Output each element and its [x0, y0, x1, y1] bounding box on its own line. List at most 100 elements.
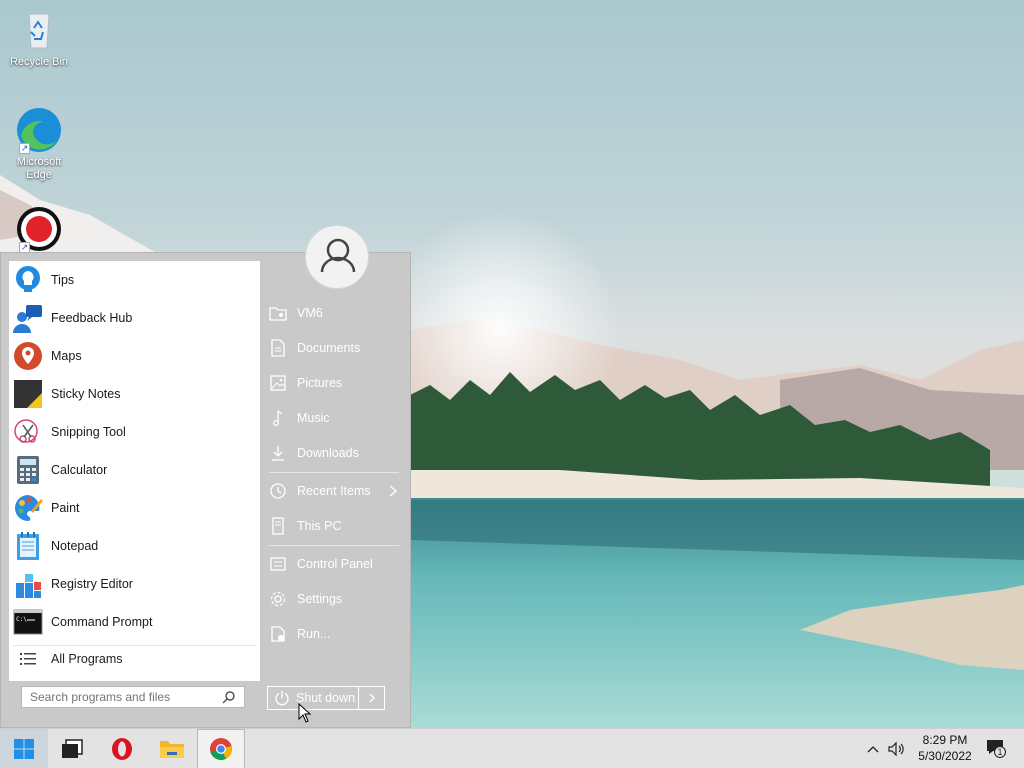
- download-icon: [272, 446, 284, 461]
- right-item-label: Documents: [297, 341, 361, 355]
- calculator-icon: [13, 455, 43, 485]
- feedback-hub-icon: [13, 303, 43, 333]
- search-input[interactable]: [30, 690, 222, 704]
- svg-text:C:\: C:\: [16, 616, 27, 623]
- program-maps[interactable]: Maps: [13, 337, 256, 375]
- right-item-music[interactable]: Music: [269, 404, 399, 432]
- user-avatar[interactable]: [305, 225, 369, 289]
- program-label: Tips: [51, 273, 75, 287]
- program-label: Registry Editor: [51, 577, 133, 591]
- notepad-icon: [13, 531, 43, 561]
- desktop-icon-recorder[interactable]: ↗: [3, 205, 75, 255]
- chevron-right-icon: [389, 485, 398, 497]
- program-label: Snipping Tool: [51, 425, 126, 439]
- all-programs-label: All Programs: [51, 651, 123, 666]
- chrome-button[interactable]: [197, 729, 245, 768]
- clock[interactable]: 8:29 PM 5/30/2022: [912, 732, 978, 764]
- notifications-button[interactable]: 1: [986, 729, 1006, 768]
- notification-icon: 1: [986, 739, 1006, 759]
- right-item-documents[interactable]: Documents: [269, 334, 399, 362]
- clock-time: 8:29 PM: [922, 733, 968, 747]
- edge-icon: ↗: [15, 106, 63, 154]
- sticky-notes-icon: [13, 379, 43, 409]
- record-icon: ↗: [15, 205, 63, 253]
- user-folder-icon: [269, 307, 287, 321]
- opera-icon: [112, 738, 132, 760]
- program-snipping-tool[interactable]: Snipping Tool: [13, 413, 256, 451]
- list-icon: [13, 649, 43, 669]
- program-tips[interactable]: Tips: [13, 261, 256, 299]
- right-item-label: Downloads: [297, 446, 359, 460]
- mouse-cursor-icon: [298, 703, 312, 723]
- desktop-icon-recycle-bin[interactable]: Recycle Bin: [3, 6, 75, 69]
- program-paint[interactable]: Paint: [13, 489, 256, 527]
- show-hidden-icons-icon[interactable]: [866, 742, 880, 756]
- search-icon[interactable]: [222, 690, 236, 704]
- right-item-label: Pictures: [297, 376, 343, 390]
- right-item-vm6[interactable]: VM6: [269, 299, 399, 327]
- program-label: Feedback Hub: [51, 311, 133, 325]
- recycle-bin-icon: [15, 6, 63, 54]
- opera-button[interactable]: [98, 729, 146, 768]
- search-box[interactable]: [21, 686, 245, 708]
- program-label: Maps: [51, 349, 82, 363]
- music-icon: [273, 410, 283, 426]
- divider: [269, 472, 399, 473]
- desktop-icon-label: Microsoft Edge: [16, 156, 62, 181]
- chevron-right-icon: [369, 693, 375, 703]
- program-notepad[interactable]: Notepad: [13, 527, 256, 565]
- program-registry-editor[interactable]: Registry Editor: [13, 565, 256, 603]
- gear-icon: [270, 591, 286, 607]
- right-item-label: This PC: [297, 519, 342, 533]
- right-item-label: Music: [297, 411, 330, 425]
- control-panel-icon: [270, 557, 286, 571]
- right-item-run[interactable]: Run...: [269, 620, 399, 648]
- task-view-icon: [62, 739, 83, 758]
- power-icon: [275, 691, 289, 706]
- all-programs-button[interactable]: All Programs: [13, 645, 256, 671]
- notification-badge: 1: [994, 746, 1006, 758]
- volume-icon[interactable]: [888, 741, 906, 757]
- start-menu: Tips Feedback Hub Maps Sticky Notes Snip…: [0, 225, 411, 728]
- system-tray: [866, 729, 906, 768]
- task-view-button[interactable]: [48, 729, 96, 768]
- program-feedback-hub[interactable]: Feedback Hub: [13, 299, 256, 337]
- taskbar: 8:29 PM 5/30/2022 1: [0, 728, 1024, 768]
- right-item-downloads[interactable]: Downloads: [269, 439, 399, 467]
- tips-icon: [13, 265, 43, 295]
- right-item-recent-items[interactable]: Recent Items: [269, 477, 399, 505]
- right-item-this-pc[interactable]: This PC: [269, 512, 399, 540]
- right-item-label: VM6: [297, 306, 323, 320]
- desktop-icon-edge[interactable]: ↗ Microsoft Edge: [3, 106, 75, 182]
- right-item-label: Recent Items: [297, 484, 371, 498]
- program-label: Paint: [51, 501, 80, 515]
- clock-date: 5/30/2022: [918, 749, 972, 763]
- program-label: Notepad: [51, 539, 99, 553]
- program-label: Command Prompt: [51, 615, 153, 629]
- paint-icon: [13, 493, 43, 523]
- right-item-label: Run...: [297, 627, 331, 641]
- program-label: Sticky Notes: [51, 387, 121, 401]
- desktop-icon-label: Recycle Bin: [9, 56, 69, 68]
- program-sticky-notes[interactable]: Sticky Notes: [13, 375, 256, 413]
- right-item-control-panel[interactable]: Control Panel: [269, 550, 399, 578]
- file-explorer-button[interactable]: [148, 729, 196, 768]
- right-item-pictures[interactable]: Pictures: [269, 369, 399, 397]
- programs-panel: Tips Feedback Hub Maps Sticky Notes Snip…: [9, 261, 260, 681]
- program-label: Calculator: [51, 463, 108, 477]
- snipping-tool-icon: [13, 417, 43, 447]
- shutdown-options-button[interactable]: [359, 686, 385, 710]
- divider: [269, 545, 399, 546]
- right-item-label: Control Panel: [297, 557, 373, 571]
- computer-icon: [272, 517, 284, 535]
- maps-icon: [13, 341, 43, 371]
- program-command-prompt[interactable]: C:\ Command Prompt: [13, 603, 256, 641]
- right-item-settings[interactable]: Settings: [269, 585, 399, 613]
- windows-logo-icon: [14, 739, 34, 759]
- chrome-icon: [210, 738, 232, 760]
- shutdown-button[interactable]: Shut down: [267, 686, 359, 710]
- program-calculator[interactable]: Calculator: [13, 451, 256, 489]
- shortcut-arrow-icon: ↗: [19, 143, 30, 154]
- user-icon: [320, 238, 356, 273]
- start-button[interactable]: [0, 729, 48, 768]
